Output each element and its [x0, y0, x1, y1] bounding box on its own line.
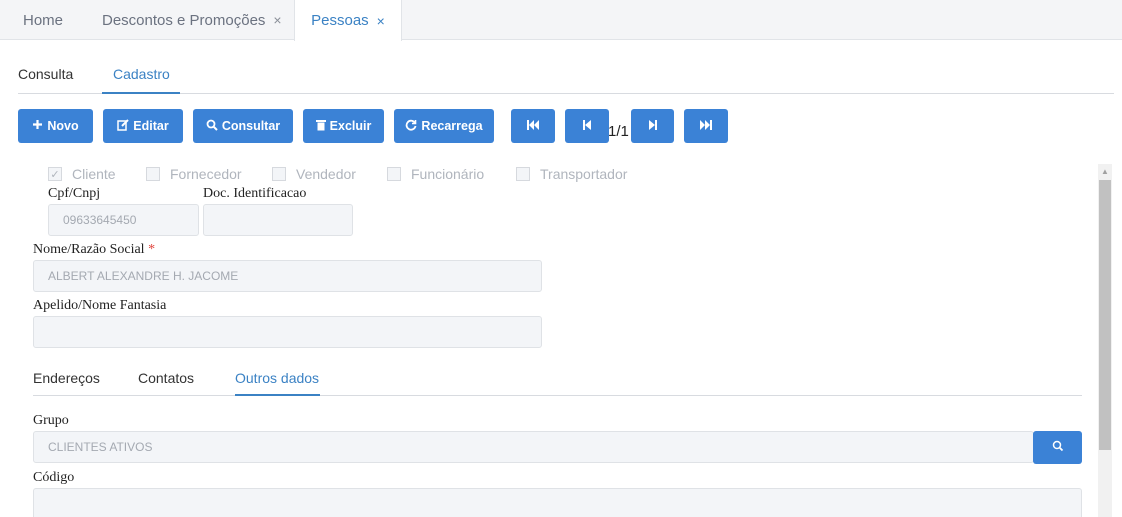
recarrega-button[interactable]: Recarrega	[394, 109, 494, 143]
plus-icon	[32, 119, 43, 133]
subtab-divider	[18, 93, 1114, 94]
checkbox-fornecedor-label: Fornecedor	[170, 166, 242, 182]
step-backward-icon	[582, 119, 592, 133]
grupo-input[interactable]: CLIENTES ATIVOS	[33, 431, 1034, 463]
inner-tab-active-indicator	[235, 394, 320, 396]
grupo-label: Grupo	[33, 413, 69, 428]
tab-descontos[interactable]: Descontos e Promoções ×	[102, 0, 282, 40]
checkbox-box	[146, 167, 160, 181]
nome-input[interactable]: ALBERT ALEXANDRE H. JACOME	[33, 260, 542, 292]
grupo-search-button[interactable]	[1033, 431, 1082, 464]
doc-input[interactable]	[203, 204, 353, 236]
refresh-icon	[405, 119, 417, 134]
checkmark-icon: ✓	[48, 167, 62, 181]
close-icon[interactable]: ×	[377, 13, 385, 29]
subtab-active-indicator	[102, 92, 180, 94]
tab-enderecos[interactable]: Endereços	[33, 370, 100, 386]
checkbox-fornecedor[interactable]: Fornecedor	[146, 166, 242, 182]
tab-pessoas-label: Pessoas	[311, 12, 369, 29]
doc-label: Doc. Identificacao	[203, 186, 307, 201]
fast-backward-icon	[527, 119, 539, 133]
apelido-input[interactable]	[33, 316, 542, 348]
checkbox-cliente[interactable]: ✓ Cliente	[48, 166, 116, 182]
first-record-button[interactable]	[511, 109, 555, 143]
excluir-button-label: Excluir	[329, 119, 372, 133]
apelido-label: Apelido/Nome Fantasia	[33, 298, 167, 313]
checkbox-box	[387, 167, 401, 181]
tab-bar: Home Descontos e Promoções × Pessoas ×	[0, 0, 1122, 41]
tab-pessoas[interactable]: Pessoas ×	[294, 0, 402, 41]
inner-tab-divider	[33, 395, 1082, 396]
scrollbar-thumb[interactable]	[1099, 180, 1111, 450]
codigo-label: Código	[33, 470, 75, 485]
nome-label: Nome/Razão Social *	[33, 242, 155, 258]
checkbox-box	[272, 167, 286, 181]
subtab-consulta[interactable]: Consulta	[18, 66, 73, 82]
step-forward-icon	[648, 119, 657, 133]
previous-record-button[interactable]	[565, 109, 609, 143]
codigo-input[interactable]	[33, 488, 1082, 517]
checkbox-box	[516, 167, 530, 181]
cpf-input[interactable]: 09633645450	[48, 204, 199, 236]
edit-icon	[117, 118, 129, 134]
subtab-cadastro[interactable]: Cadastro	[113, 66, 170, 82]
trash-icon	[315, 119, 326, 134]
nome-label-text: Nome/Razão Social	[33, 242, 145, 257]
consultar-button-label: Consultar	[221, 119, 281, 133]
close-icon[interactable]: ×	[273, 12, 281, 28]
checkbox-transportador-label: Transportador	[540, 166, 628, 182]
next-record-button[interactable]	[631, 109, 674, 143]
last-record-button[interactable]	[684, 109, 728, 143]
recarrega-button-label: Recarrega	[421, 119, 483, 133]
checkbox-transportador[interactable]: Transportador	[516, 166, 627, 182]
checkbox-funcionario-label: Funcionário	[411, 166, 485, 182]
checkbox-vendedor[interactable]: Vendedor	[272, 166, 356, 182]
tab-outros-dados[interactable]: Outros dados	[235, 370, 319, 386]
tab-home-label: Home	[23, 11, 64, 29]
consultar-button[interactable]: Consultar	[193, 109, 293, 143]
cpf-label: Cpf/Cnpj	[48, 186, 101, 201]
editar-button[interactable]: Editar	[103, 109, 183, 143]
checkbox-vendedor-label: Vendedor	[296, 166, 356, 182]
checkbox-funcionario[interactable]: Funcionário	[387, 166, 484, 182]
novo-button[interactable]: Novo	[18, 109, 93, 143]
checkbox-cliente-label: Cliente	[72, 166, 116, 182]
search-icon	[206, 119, 218, 134]
tab-descontos-label: Descontos e Promoções	[102, 11, 266, 29]
scroll-up-arrow-icon[interactable]: ▲	[1098, 164, 1112, 178]
required-asterisk: *	[148, 242, 156, 257]
app-window: Home Descontos e Promoções × Pessoas × C…	[0, 0, 1122, 517]
tab-home[interactable]: Home	[23, 0, 63, 40]
novo-button-label: Novo	[47, 119, 79, 133]
editar-button-label: Editar	[133, 119, 169, 133]
pager-indicator: 1/1	[608, 123, 629, 140]
tab-contatos[interactable]: Contatos	[138, 370, 194, 386]
search-icon	[1052, 439, 1064, 457]
fast-forward-icon	[700, 119, 712, 133]
excluir-button[interactable]: Excluir	[303, 109, 384, 143]
